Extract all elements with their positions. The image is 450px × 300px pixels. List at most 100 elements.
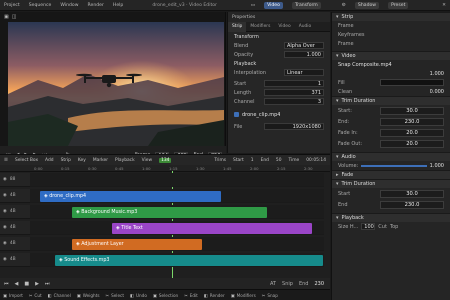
timeline-clip[interactable]: ◈ drone_clip.mp4 (40, 190, 221, 202)
header-dropdown-shadow[interactable]: Shadow (354, 1, 380, 9)
settings-icon[interactable]: ⚙ (342, 3, 346, 8)
trim-start-field[interactable]: 30.0 (380, 106, 444, 115)
track-lane[interactable]: ◈ Background Music.mp3 (30, 205, 324, 219)
status-item[interactable]: ✂ Cut (29, 293, 42, 298)
status-item[interactable]: ▣ Modifiers (231, 293, 256, 298)
timeline-editor-icon[interactable]: ☰ (4, 158, 8, 163)
section-trim-duration-2[interactable]: ▾ Trim Duration (332, 179, 450, 188)
size-field[interactable]: 100 (361, 223, 376, 230)
track-lane[interactable]: ◈ drone_clip.mp4 (30, 189, 324, 203)
tab-video[interactable]: Video (274, 22, 294, 32)
video-value-1[interactable]: 1.000 (430, 71, 444, 77)
eye-icon[interactable]: ◉ (3, 209, 7, 214)
status-item[interactable]: ✂ Snap (262, 293, 278, 298)
start-field[interactable]: 1 (264, 80, 324, 87)
timeline-clip[interactable]: ◈ Adjustment Layer (72, 238, 202, 250)
play-icon[interactable]: ▶ (35, 281, 39, 287)
header-dropdown-preset[interactable]: Preset (388, 1, 409, 9)
status-item[interactable]: ◧ Undo (130, 293, 147, 298)
section-playback[interactable]: Playback (228, 59, 330, 68)
eye-icon[interactable]: ◉ (3, 257, 7, 262)
length-field[interactable]: 371 (264, 89, 324, 96)
file-resolution-field[interactable]: 1920x1080 (264, 123, 324, 130)
interpolation-select[interactable]: Linear (284, 69, 324, 76)
view-mode-icon[interactable]: ▣ (4, 14, 9, 20)
track-header[interactable]: ◉ 4B (0, 205, 30, 219)
menu-add[interactable]: Add (45, 158, 54, 163)
blend-select[interactable]: Alpha Over (284, 42, 324, 49)
status-item[interactable]: ✂ Select (106, 293, 124, 298)
eye-icon[interactable]: ◉ (3, 225, 7, 230)
status-item[interactable]: ▣ Import (3, 293, 23, 298)
menu-sequence[interactable]: Sequence (29, 3, 52, 8)
menu-view[interactable]: View (142, 158, 152, 163)
clean-value[interactable]: 0.000 (430, 89, 444, 95)
tab-modifiers[interactable]: Modifiers (246, 22, 274, 32)
status-item[interactable]: ✂ Edit (184, 293, 198, 298)
workspace-tab-video[interactable]: Video (264, 1, 283, 9)
eye-icon[interactable]: ◉ (3, 177, 7, 182)
trims-dropdown[interactable]: Trims (214, 158, 226, 163)
section-audio[interactable]: ▾ Audio (332, 152, 450, 161)
section-fade[interactable]: ▸ Fade (332, 170, 450, 179)
display-icon[interactable]: ▭ (251, 3, 255, 8)
menu-select-box[interactable]: Select Box (15, 158, 38, 163)
track-header[interactable]: ◉ 4B (0, 221, 30, 235)
tab-strip[interactable]: Strip (228, 21, 247, 32)
opacity-field[interactable]: 1.000 (284, 51, 324, 58)
track-header[interactable]: ◉ 4B (0, 253, 30, 267)
timeline-ruler[interactable]: 0:00 0:15 0:30 0:45 1:00 1:15 1:30 1:45 2:00 2:15… (0, 165, 330, 172)
skip-start-icon[interactable]: ⏮ (4, 281, 9, 287)
section-trim-duration[interactable]: ▾ Trim Duration (332, 96, 450, 105)
eye-icon[interactable]: ◉ (3, 241, 7, 246)
status-item[interactable]: ▣ Selection (153, 293, 178, 298)
menu-key[interactable]: Key (78, 158, 86, 163)
trim2-end-field[interactable]: 230.0 (380, 200, 444, 209)
stop-icon[interactable]: ■ (24, 281, 29, 287)
fade-out-field[interactable]: 20.0 (380, 139, 444, 148)
section-video[interactable]: ▾ Video (332, 51, 450, 60)
preview-image[interactable] (8, 22, 224, 146)
menu-render[interactable]: Render (88, 3, 104, 8)
track-lane[interactable]: ◈ Adjustment Layer (30, 237, 324, 251)
tl-end-value[interactable]: 50 (276, 158, 282, 163)
track-lane[interactable]: ◈ Sound Effects.mp3 (30, 253, 324, 267)
volume-value[interactable]: 1.000 (430, 163, 444, 169)
track-lane[interactable] (30, 173, 324, 187)
trim2-start-field[interactable]: 30.0 (380, 189, 444, 198)
menu-marker[interactable]: Marker (93, 158, 108, 163)
overlay-icon[interactable]: ◫ (12, 14, 17, 20)
volume-slider[interactable] (361, 164, 427, 167)
fade-in-field[interactable]: 20.0 (380, 128, 444, 137)
play-reverse-icon[interactable]: ◀ (15, 281, 19, 287)
workspace-tab-transform[interactable]: Transform (291, 1, 321, 9)
skip-end-icon[interactable]: ⏭ (45, 281, 50, 287)
menu-help[interactable]: Help (113, 3, 123, 8)
current-frame-badge[interactable]: 134 (159, 157, 172, 163)
menu-strip[interactable]: Strip (61, 158, 71, 163)
timeline-clip[interactable]: ◈ Title Text (112, 222, 312, 234)
track-header[interactable]: ◉ 4B (0, 189, 30, 203)
section-strip[interactable]: ▾ Strip (332, 12, 450, 21)
timeline-clip[interactable]: ◈ Sound Effects.mp3 (55, 254, 323, 266)
eye-icon[interactable]: ◉ (3, 193, 7, 198)
tab-audio[interactable]: Audio (295, 22, 315, 32)
track-header[interactable]: ◉ 4B (0, 237, 30, 251)
footer-end-value[interactable]: 230 (314, 281, 330, 287)
menu-playback[interactable]: Playback (115, 158, 135, 163)
section-transform[interactable]: Transform (228, 32, 330, 41)
tl-start-value[interactable]: 1 (251, 158, 254, 163)
channel-field[interactable]: 3 (264, 98, 324, 105)
menu-project[interactable]: Project (4, 3, 20, 8)
close-icon[interactable]: ✕ (442, 3, 450, 8)
timeline-clip[interactable]: ◈ Background Music.mp3 (72, 206, 267, 218)
status-item[interactable]: ◧ Channel (48, 293, 71, 298)
trim-end-field[interactable]: 230.0 (380, 117, 444, 126)
status-item[interactable]: ▣ Weights (77, 293, 100, 298)
track-lane[interactable]: ◈ Title Text (30, 221, 324, 235)
status-item[interactable]: ◧ Render (204, 293, 225, 298)
track-header[interactable]: ◉ 88 (0, 173, 30, 187)
menu-window[interactable]: Window (60, 3, 78, 8)
fill-color-swatch[interactable] (380, 79, 444, 86)
clip-enabled-checkbox[interactable] (234, 112, 239, 117)
